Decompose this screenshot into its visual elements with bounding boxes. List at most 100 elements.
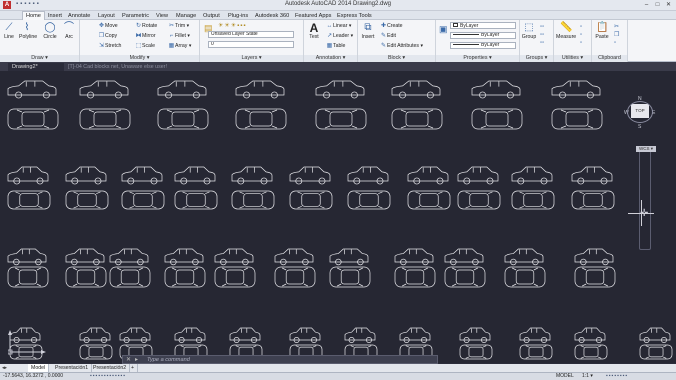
minimize-button[interactable]: – [642, 1, 651, 9]
drafting-toggles-icons[interactable]: ▪▪▪▪▪▪▪▪▪▪▪▪▪ [90, 373, 126, 380]
car-block [79, 344, 113, 360]
layers-panel-title[interactable]: Layers ▾ [200, 55, 303, 62]
model-space-toggle[interactable]: MODEL [556, 373, 574, 380]
car-block [571, 190, 615, 210]
tab-layout-2[interactable]: Presentación2 [90, 364, 131, 372]
layer-combo[interactable]: 0 [208, 41, 294, 48]
coordinate-readout[interactable]: -17.5643, 16.3272 , 0.0000 [3, 373, 63, 380]
scale-tool[interactable]: ⬚Scale [135, 42, 155, 50]
annotation-panel-title[interactable]: Annotation ▾ [304, 55, 357, 62]
utility-tools-icons[interactable]: ▫ ▫ ▫ [580, 23, 590, 47]
move-tool[interactable]: ✥Move [98, 22, 118, 30]
car-block [391, 80, 441, 99]
tab-autodesk-360[interactable]: Autodesk 360 [255, 12, 289, 20]
table-tool[interactable]: ▦Table [326, 42, 346, 50]
clipboard-tools-icons[interactable]: ✂ ❐ ▫ [614, 23, 624, 47]
viewcube[interactable]: N W TOP E S [624, 96, 658, 136]
edit-block-tool[interactable]: ✎Edit [380, 32, 396, 40]
group-tools-icons[interactable]: ▫▫ ▫▫ ▫▫ [540, 23, 550, 47]
match-properties-icon[interactable]: ▣ [439, 24, 448, 35]
car-block [504, 248, 544, 266]
car-block [289, 327, 321, 343]
car-block [639, 327, 671, 343]
scale-icon: ⬚ [135, 43, 142, 49]
tab-insert[interactable]: Insert [48, 12, 62, 20]
groups-panel: ⬚ Group ▫▫ ▫▫ ▫▫ Groups ▾ [520, 20, 554, 62]
linetype-combo[interactable]: ByLayer [450, 32, 516, 39]
line-icon: ⟋ [5, 22, 13, 33]
layer-state-combo[interactable]: Unsaved Layer State [208, 31, 294, 38]
car-block [574, 266, 616, 288]
arc-tool[interactable]: ⌒ Arc [61, 22, 77, 40]
rotate-tool[interactable]: ↻Rotate [135, 22, 157, 30]
tab-plug-ins[interactable]: Plug-ins [228, 12, 248, 20]
draw-panel-title[interactable]: Draw ▾ [0, 55, 79, 62]
wcs-menu[interactable]: WCS ▾ [636, 146, 656, 152]
circle-tool[interactable]: ◯ Circle [42, 22, 58, 40]
stretch-tool[interactable]: ⇲Stretch [98, 42, 121, 50]
command-close-icon[interactable]: ✕ [126, 356, 131, 364]
car-block [329, 266, 371, 288]
linear-tool[interactable]: ↔Linear ▾ [326, 22, 352, 30]
tab-manage[interactable]: Manage [176, 12, 196, 20]
color-swatch [453, 23, 458, 27]
status-tray-icons[interactable]: ▪▪▪▪▪▪▪▪ [606, 373, 628, 380]
group-tool[interactable]: ⬚ Group [521, 22, 537, 40]
line-tool[interactable]: ⟋ Line [1, 22, 17, 40]
tab-featured-apps[interactable]: Featured Apps [295, 12, 331, 20]
annotation-scale[interactable]: 1:1 ▾ [582, 373, 593, 380]
car-block [157, 108, 209, 130]
trim-tool[interactable]: ✂Trim ▾ [168, 22, 189, 30]
tab-layout-1[interactable]: Presentación1 [52, 364, 93, 372]
edit-attributes-tool[interactable]: ✎Edit Attributes ▾ [380, 42, 423, 50]
navigation-bar[interactable]: ✛ [635, 150, 659, 260]
edit-block-icon: ✎ [380, 33, 387, 39]
tab-view[interactable]: View [156, 12, 168, 20]
tab-output[interactable]: Output [203, 12, 220, 20]
text-tool[interactable]: A Text [306, 22, 322, 40]
viewcube-south[interactable]: S [638, 124, 641, 130]
car-block [457, 190, 501, 210]
tab-express-tools[interactable]: Express Tools [337, 12, 372, 20]
close-button[interactable]: ✕ [664, 1, 673, 9]
mirror-icon: ⧓ [135, 33, 142, 39]
measure-tool[interactable]: 📏 Measure [556, 22, 576, 40]
layer-tools-icons[interactable]: ☀☀☀▪▪▪ [218, 22, 247, 29]
lineweight-combo[interactable]: ByLayer [450, 42, 516, 49]
tab-new-layout[interactable]: + [128, 364, 139, 372]
car-block [639, 344, 673, 360]
groups-panel-title[interactable]: Groups ▾ [520, 55, 553, 62]
insert-tool[interactable]: ⧉ Insert [360, 22, 376, 40]
tab-layout[interactable]: Layout [98, 12, 115, 20]
car-block [231, 190, 275, 210]
command-input[interactable]: Type a command [147, 356, 190, 364]
drawing-canvas[interactable] [0, 71, 676, 363]
create-block-tool[interactable]: ✚Create [380, 22, 403, 30]
tab-parametric[interactable]: Parametric [122, 12, 149, 20]
document-tab[interactable]: Drawing2* [8, 63, 64, 71]
clipboard-panel-title[interactable]: Clipboard [592, 55, 627, 62]
utilities-panel-title[interactable]: Utilities ▾ [554, 55, 591, 62]
leader-tool[interactable]: ↗Leader ▾ [326, 32, 353, 40]
tab-annotate[interactable]: Annotate [68, 12, 90, 20]
copy-tool[interactable]: ❐Copy [98, 32, 117, 40]
paste-tool[interactable]: 📋 Paste [594, 22, 610, 40]
command-history-icon[interactable]: ▸ [135, 356, 138, 364]
color-combo[interactable]: ByLayer [450, 22, 516, 29]
command-line[interactable]: ✕ ▸ Type a command [122, 355, 438, 364]
car-block [7, 190, 51, 210]
group-icon: ⬚ [524, 22, 534, 33]
array-tool[interactable]: ▦Array ▾ [168, 42, 192, 50]
properties-panel-title[interactable]: Properties ▾ [436, 55, 519, 62]
maximize-button[interactable]: □ [653, 1, 662, 9]
modify-panel-title[interactable]: Modify ▾ [80, 55, 199, 62]
car-block [229, 327, 261, 343]
stretch-icon: ⇲ [98, 43, 105, 49]
layout-nav-icons[interactable]: ◂▸ [2, 364, 7, 372]
block-panel-title[interactable]: Block ▾ [358, 55, 435, 62]
polyline-tool[interactable]: ⌇ Polyline [19, 22, 37, 40]
car-block [274, 266, 316, 288]
mirror-tool[interactable]: ⧓Mirror [135, 32, 156, 40]
tab-model[interactable]: Model [28, 364, 50, 372]
fillet-tool[interactable]: ⌐ Fillet ▾ [168, 32, 190, 40]
